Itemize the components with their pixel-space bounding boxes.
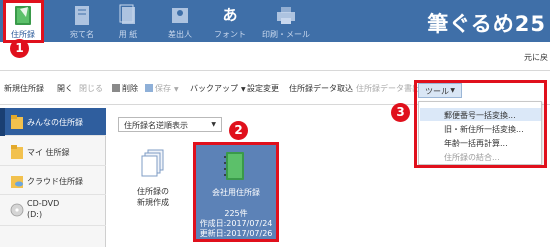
- callout-badge-2: 2: [229, 121, 248, 140]
- save-button[interactable]: 保存 ▼: [145, 83, 179, 94]
- sender-icon: [172, 8, 188, 23]
- document-stack-icon: [141, 149, 164, 177]
- new-card-line1: 住所録の: [137, 187, 169, 196]
- tab-label: 印刷・メール: [262, 30, 310, 39]
- new-address-book-card[interactable]: 住所録の 新規作成: [118, 145, 188, 240]
- backup-button[interactable]: バックアップ ▼: [190, 83, 246, 94]
- tab-address-label[interactable]: 宛て名: [60, 0, 104, 42]
- new-card-line2: 新規作成: [137, 198, 169, 207]
- settings-button[interactable]: 設定変更: [247, 83, 279, 94]
- new-card-label: 住所録の 新規作成: [118, 186, 188, 208]
- backup-label: バックアップ: [190, 84, 238, 93]
- callout-box-1: [3, 0, 44, 43]
- sidebar-item-my[interactable]: マイ 住所録: [0, 138, 106, 166]
- paper-icon: [119, 4, 135, 24]
- sort-select[interactable]: 住所録名逆順表示 ▼: [118, 117, 222, 132]
- callout-box-2: [193, 142, 279, 242]
- trash-icon: [112, 84, 120, 92]
- divider: [0, 70, 550, 71]
- save-icon: [145, 84, 153, 92]
- sidebar: みんなの住所録 マイ 住所録 クラウド住所録 CD-DVD (D:): [0, 108, 106, 247]
- disc-icon: [10, 203, 24, 217]
- tab-label: 宛て名: [70, 30, 94, 39]
- cloud-folder-icon: [11, 176, 23, 188]
- folder-icon: [11, 145, 23, 159]
- chevron-down-icon: ▼: [241, 86, 246, 93]
- sidebar-item-sublabel: (D:): [27, 210, 43, 219]
- chevron-down-icon: ▼: [211, 121, 216, 128]
- tab-font[interactable]: あ フォント: [206, 0, 254, 42]
- ribbon: 住所録 宛て名 用 紙 差出人 あ フォント 印刷・メール 筆ぐるめ25: [0, 0, 550, 42]
- delete-button[interactable]: 削除: [112, 83, 138, 94]
- tab-print-mail[interactable]: 印刷・メール: [258, 0, 314, 42]
- delete-label: 削除: [122, 84, 138, 93]
- export-button[interactable]: 住所録データ書出: [356, 83, 420, 94]
- callout-box-3: [414, 80, 547, 168]
- printer-icon: [277, 7, 295, 24]
- chevron-down-icon: ▼: [174, 86, 179, 93]
- save-label: 保存: [155, 84, 171, 93]
- tab-label: フォント: [214, 30, 246, 39]
- sidebar-item-cd-dvd[interactable]: CD-DVD (D:): [0, 196, 106, 226]
- address-label-icon: [75, 6, 89, 25]
- sort-select-value: 住所録名逆順表示: [124, 121, 188, 130]
- app-brand: 筆ぐるめ25: [427, 12, 546, 36]
- tab-label: 差出人: [168, 30, 192, 39]
- tab-label: 用 紙: [118, 30, 138, 39]
- tab-sender[interactable]: 差出人: [158, 0, 202, 42]
- callout-badge-3: 3: [391, 103, 410, 122]
- tab-paper[interactable]: 用 紙: [106, 0, 150, 42]
- undo-label[interactable]: 元に戻: [524, 52, 548, 63]
- sidebar-item-label: クラウド住所録: [27, 177, 83, 186]
- folder-icon: [11, 115, 23, 129]
- sidebar-item-label: マイ 住所録: [27, 148, 70, 157]
- open-button[interactable]: 開く: [57, 83, 73, 94]
- import-button[interactable]: 住所録データ取込: [289, 83, 353, 94]
- sidebar-item-label: みんなの住所録: [27, 118, 83, 127]
- sidebar-item-label: CD-DVD: [27, 199, 60, 208]
- font-icon: あ: [222, 6, 238, 24]
- new-address-book-button[interactable]: 新規住所録: [4, 83, 44, 94]
- callout-badge-1: 1: [10, 39, 29, 58]
- close-button[interactable]: 閉じる: [79, 83, 103, 94]
- sidebar-item-cloud[interactable]: クラウド住所録: [0, 167, 106, 195]
- sidebar-item-everyone[interactable]: みんなの住所録: [0, 108, 106, 136]
